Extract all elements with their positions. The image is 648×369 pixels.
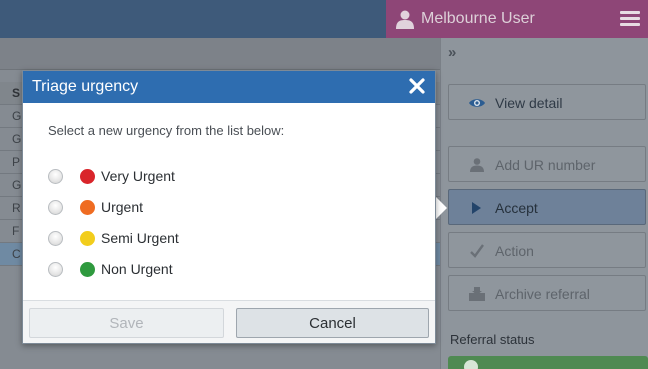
urgency-color-dot [80, 262, 95, 277]
urgency-option-label: Semi Urgent [101, 230, 179, 246]
action-button[interactable]: Action [448, 232, 646, 268]
urgency-option-label: Urgent [101, 199, 144, 215]
view-detail-label: View detail [495, 95, 563, 111]
play-icon [472, 202, 481, 214]
collapse-panel-icon[interactable]: » [448, 44, 456, 61]
accept-label: Accept [495, 200, 538, 216]
user-name: Melbourne User [421, 10, 535, 27]
add-ur-number-button[interactable]: Add UR number [448, 146, 646, 182]
person-icon [470, 158, 484, 172]
archive-referral-button[interactable]: Archive referral [448, 275, 646, 311]
action-label: Action [495, 243, 534, 259]
radio-button[interactable] [48, 231, 63, 246]
dialog-header: Triage urgency [23, 71, 435, 103]
cancel-button[interactable]: Cancel [236, 308, 429, 338]
dialog-pointer [435, 196, 447, 220]
accept-button[interactable]: Accept [448, 189, 646, 225]
status-icon [464, 360, 478, 369]
list-toolbar [0, 38, 440, 70]
user-menu[interactable]: Melbourne User [386, 0, 648, 38]
urgency-option-non-urgent[interactable]: Non Urgent [48, 259, 248, 281]
urgency-color-dot [80, 169, 95, 184]
dialog-title: Triage urgency [32, 78, 139, 95]
urgency-option-label: Non Urgent [101, 261, 173, 277]
urgency-option-semi-urgent[interactable]: Semi Urgent [48, 228, 248, 250]
referral-status-badge [448, 356, 648, 369]
save-button[interactable]: Save [29, 308, 224, 338]
check-icon [470, 244, 484, 258]
urgency-option-urgent[interactable]: Urgent [48, 197, 248, 219]
triage-urgency-dialog: Triage urgency Select a new urgency from… [22, 70, 436, 344]
radio-button[interactable] [48, 169, 63, 184]
user-icon [396, 10, 414, 29]
view-detail-button[interactable]: View detail [448, 84, 646, 120]
eye-icon [469, 99, 485, 107]
dialog-prompt: Select a new urgency from the list below… [48, 123, 285, 138]
hamburger-menu-icon[interactable] [620, 11, 640, 27]
radio-button[interactable] [48, 200, 63, 215]
close-icon[interactable] [407, 76, 427, 96]
archive-icon [469, 287, 485, 301]
urgency-color-dot [80, 200, 95, 215]
urgency-option-very-urgent[interactable]: Very Urgent [48, 166, 248, 188]
urgency-option-label: Very Urgent [101, 168, 175, 184]
referral-status-label: Referral status [450, 332, 535, 347]
add-ur-number-label: Add UR number [495, 157, 596, 173]
radio-button[interactable] [48, 262, 63, 277]
dialog-footer: Save Cancel [23, 300, 435, 343]
archive-referral-label: Archive referral [495, 286, 590, 302]
urgency-color-dot [80, 231, 95, 246]
